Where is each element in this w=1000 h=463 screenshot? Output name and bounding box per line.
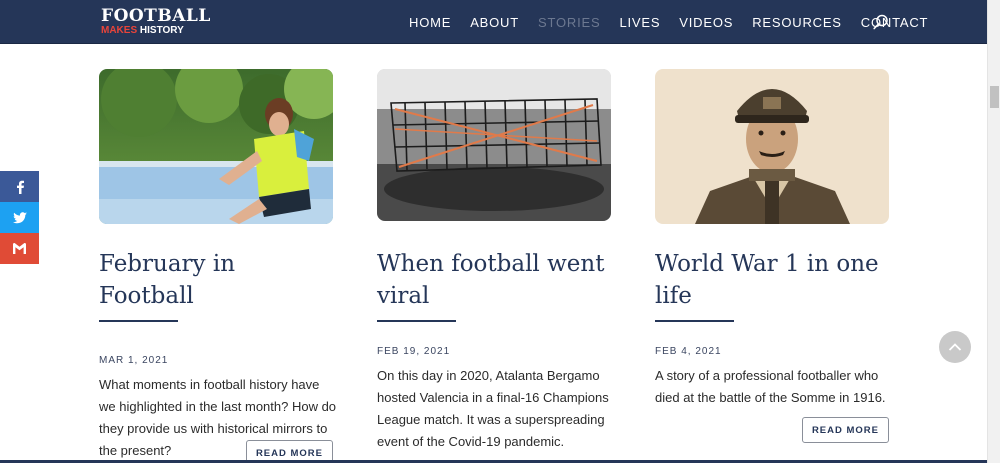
read-more-button[interactable]: READ MORE [801,417,889,443]
post-excerpt: On this day in 2020, Atalanta Bergamo ho… [377,368,609,449]
nav-item-contact[interactable]: CONTACT [861,15,928,30]
post-date: MAR 1, 2021 [99,355,169,366]
post-image-player[interactable] [99,69,333,224]
search-icon[interactable] [873,14,889,30]
gmail-share-button[interactable] [0,233,39,264]
post-title[interactable]: February in Football [99,248,333,312]
post-card-1: February in Football MAR 1, 2021 What mo… [99,69,336,463]
title-divider [377,320,456,322]
logo-wordmark-top: FOOTBALL [101,6,211,26]
post-title[interactable]: When football went viral [377,248,611,312]
twitter-share-button[interactable] [0,202,39,233]
chevron-up-icon [948,343,962,351]
post-excerpt: A story of a professional footballer who… [655,368,886,405]
nav-item-videos[interactable]: VIDEOS [679,15,733,30]
title-divider [655,320,734,322]
gmail-icon [13,243,26,254]
main-nav: HOME ABOUT STORIES LIVES VIDEOS RESOURCE… [409,15,947,30]
nav-item-lives[interactable]: LIVES [619,15,660,30]
nav-item-about[interactable]: ABOUT [470,15,519,30]
logo-wordmark-bottom: MAKES HISTORY [101,25,184,36]
page-scrollbar[interactable] [987,0,1000,463]
post-title[interactable]: World War 1 in one life [655,248,889,312]
nav-item-resources[interactable]: RESOURCES [752,15,842,30]
social-share-bar [0,171,39,264]
title-divider [99,320,178,322]
post-date: FEB 4, 2021 [655,346,722,357]
facebook-icon [16,180,24,194]
post-date: FEB 19, 2021 [377,346,451,357]
site-header: FOOTBALL MAKES HISTORY HOME ABOUT STORIE… [0,0,987,44]
post-card-3: World War 1 in one life FEB 4, 2021 A st… [655,69,889,443]
nav-item-home[interactable]: HOME [409,15,451,30]
scrollbar-thumb[interactable] [990,86,999,108]
post-image-soldier[interactable] [655,69,889,224]
site-logo[interactable]: FOOTBALL MAKES HISTORY [101,8,211,36]
back-to-top-button[interactable] [939,331,971,363]
nav-item-stories[interactable]: STORIES [538,15,600,30]
post-card-2: When football went viral FEB 19, 2021 On… [377,69,611,453]
post-image-goal[interactable] [377,69,611,221]
facebook-share-button[interactable] [0,171,39,202]
twitter-icon [12,211,27,223]
